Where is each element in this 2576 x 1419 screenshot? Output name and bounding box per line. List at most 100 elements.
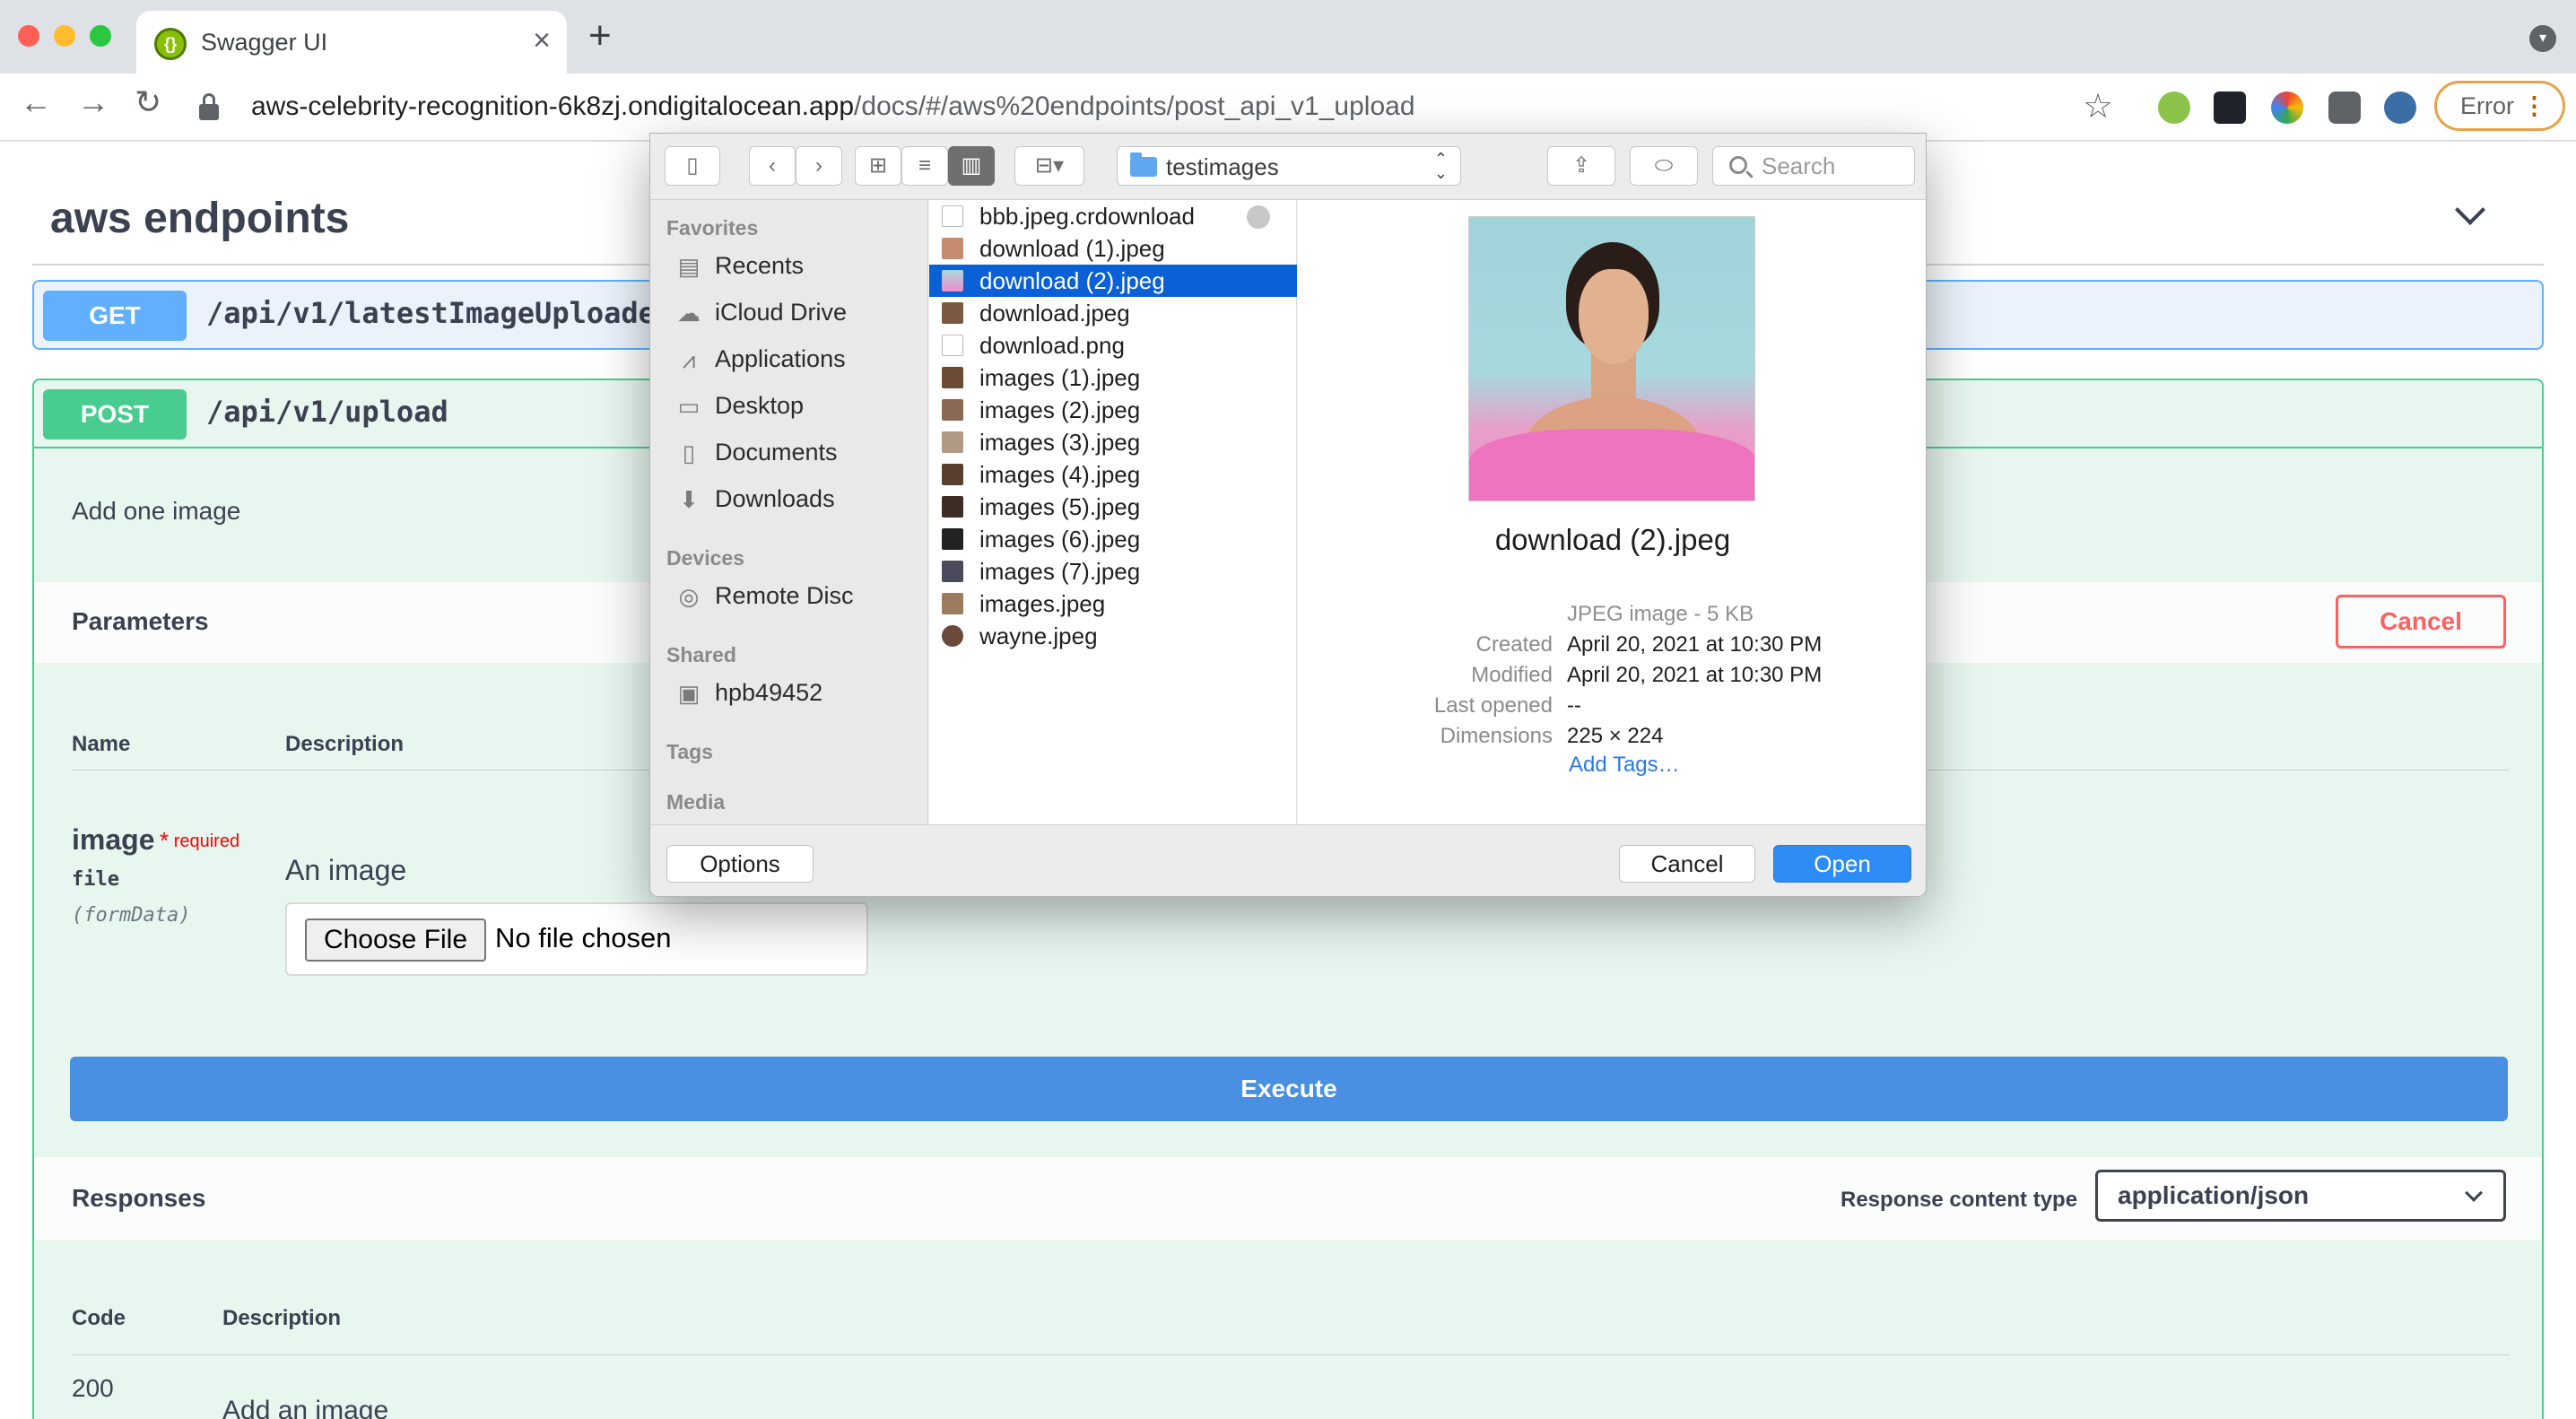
list-item[interactable]: images (3).jpeg [929, 426, 1297, 458]
image-thumbnail-icon [942, 238, 963, 259]
search-icon [1729, 156, 1747, 174]
execute-button[interactable]: Execute [70, 1057, 2508, 1121]
file-preview-pane: download (2).jpeg JPEG image - 5 KB Crea… [1298, 200, 1926, 824]
list-view-icon[interactable]: ≡ [901, 146, 948, 186]
list-item[interactable]: download (1).jpeg [929, 232, 1297, 265]
address-bar[interactable]: aws-celebrity-recognition-6k8zj.ondigita… [251, 91, 1415, 122]
list-item[interactable]: images (4).jpeg [929, 458, 1297, 491]
file-name: images.jpeg [979, 590, 1106, 617]
back-icon[interactable]: ← [20, 86, 52, 118]
forward-icon[interactable]: › [796, 146, 842, 186]
shared-header: Shared [666, 643, 736, 666]
options-button[interactable]: Options [666, 845, 814, 883]
browser-tab-strip: {} Swagger UI × + ▾ [0, 0, 2576, 74]
meta-label-modified: Modified [1471, 663, 1553, 687]
list-item[interactable]: images.jpeg [929, 588, 1297, 620]
icon-view-icon[interactable]: ⊞ [855, 146, 901, 186]
file-name: download (1).jpeg [979, 235, 1165, 262]
list-item[interactable]: images (1).jpeg [929, 361, 1297, 394]
response-content-type-select[interactable]: application/json [2095, 1170, 2506, 1222]
file-name: images (7).jpeg [979, 558, 1141, 585]
list-item[interactable]: download (2).jpeg [929, 265, 1297, 297]
preview-file-name: download (2).jpeg [1494, 523, 1731, 556]
list-item[interactable]: bbb.jpeg.crdownload [929, 200, 1297, 232]
file-open-dialog: ▯ ‹ › ⊞ ≡ ▥ ⊟▾ testimages ⌃ ⌄ ⇪ ⬭ Search … [649, 133, 1927, 897]
tab-close-icon[interactable]: × [533, 23, 551, 58]
list-item[interactable]: download.jpeg [929, 297, 1297, 329]
file-name: bbb.jpeg.crdownload [979, 203, 1195, 230]
image-thumbnail-icon [942, 302, 963, 324]
param-location: (formData) [72, 904, 191, 927]
image-thumbnail-icon [942, 270, 963, 292]
list-item[interactable]: images (6).jpeg [929, 523, 1297, 555]
location-label: testimages [1166, 153, 1279, 180]
post-method-badge[interactable]: POST [43, 389, 187, 440]
tab-title: Swagger UI [201, 29, 328, 56]
response-description-column-header: Description [222, 1306, 342, 1330]
get-operation-path: /api/v1/latestImageUploade [206, 296, 656, 330]
tag-icon[interactable]: ⬭ [1630, 146, 1698, 186]
share-icon[interactable]: ⇪ [1547, 146, 1615, 186]
file-name: images (5).jpeg [979, 493, 1141, 520]
url-host: aws-celebrity-recognition-6k8zj.ondigita… [251, 91, 855, 121]
meta-label-created: Created [1475, 632, 1553, 657]
updown-chevron-icon: ⌃ ⌄ [1433, 150, 1448, 182]
sidebar-item-label: Remote Disc [715, 582, 854, 609]
param-description-column-header: Description [285, 732, 405, 756]
section-title[interactable]: aws endpoints [50, 194, 349, 243]
window-zoom-button[interactable] [90, 25, 111, 47]
image-thumbnail-icon [942, 625, 963, 647]
window-minimize-button[interactable] [54, 25, 75, 47]
file-name: download (2).jpeg [979, 267, 1165, 294]
lock-icon[interactable] [199, 93, 219, 120]
tab-search-icon[interactable]: ▾ [2529, 25, 2556, 52]
search-placeholder: Search [1762, 152, 1836, 179]
download-progress-icon [1247, 205, 1270, 229]
image-thumbnail-icon [942, 496, 963, 518]
open-button[interactable]: Open [1773, 845, 1911, 883]
new-tab-button[interactable]: + [588, 16, 612, 56]
bookmark-star-icon[interactable]: ☆ [2083, 86, 2113, 126]
profile-avatar[interactable] [2384, 91, 2416, 124]
image-thumbnail-icon [942, 367, 963, 388]
cancel-button[interactable]: Cancel [1619, 845, 1755, 883]
reload-icon[interactable]: ↻ [135, 86, 161, 118]
file-input-status: No file chosen [495, 922, 672, 953]
responses-header: Responses Response content type applicat… [34, 1157, 2542, 1240]
file-input[interactable]: Choose File No file chosen [285, 902, 868, 976]
collapse-chevron-icon[interactable] [2455, 195, 2485, 225]
forward-icon[interactable]: → [77, 86, 109, 118]
choose-file-button[interactable]: Choose File [305, 918, 486, 962]
browser-toolbar: ← → ↻ aws-celebrity-recognition-6k8zj.on… [0, 74, 2576, 142]
response-content-type-label: Response content type [1841, 1188, 2078, 1212]
meta-value-dimensions: 225 × 224 [1567, 724, 1664, 748]
browser-tab[interactable]: {} Swagger UI × [136, 11, 567, 74]
post-operation-path[interactable]: /api/v1/upload [206, 395, 448, 429]
list-item[interactable]: images (5).jpeg [929, 491, 1297, 523]
preview-file-kind: JPEG image - 5 KB [1567, 602, 1754, 626]
list-item[interactable]: images (7).jpeg [929, 555, 1297, 588]
swagger-favicon-icon: {} [154, 28, 187, 60]
sidebar-toggle-icon[interactable]: ▯ [665, 146, 720, 186]
menu-kebab-icon: ⋮ [2522, 92, 2546, 119]
error-button[interactable]: Error ⋮ [2434, 81, 2565, 131]
folder-icon [1130, 152, 1157, 177]
react-devtools-extension-icon[interactable] [2214, 91, 2246, 124]
location-popup[interactable]: testimages ⌃ ⌄ [1117, 146, 1461, 186]
nodejs-extension-icon[interactable] [2158, 91, 2190, 124]
file-list-column: bbb.jpeg.crdownload download (1).jpeg do… [929, 200, 1297, 824]
applications-icon: ⩘ [682, 346, 696, 373]
extensions-puzzle-icon[interactable] [2328, 91, 2361, 124]
parameters-title: Parameters [72, 607, 209, 635]
cancel-try-out-button[interactable]: Cancel [2336, 595, 2506, 649]
color-picker-extension-icon[interactable] [2271, 91, 2303, 124]
add-tags-link[interactable]: Add Tags… [1569, 753, 1680, 778]
window-close-button[interactable] [18, 25, 39, 47]
gallery-view-icon[interactable]: ⊟▾ [1014, 146, 1084, 186]
list-item[interactable]: images (2).jpeg [929, 394, 1297, 426]
back-icon[interactable]: ‹ [749, 146, 796, 186]
list-item[interactable]: wayne.jpeg [929, 620, 1297, 652]
list-item[interactable]: download.png [929, 329, 1297, 361]
search-input[interactable]: Search [1712, 146, 1915, 186]
column-view-icon[interactable]: ▥ [948, 146, 995, 186]
